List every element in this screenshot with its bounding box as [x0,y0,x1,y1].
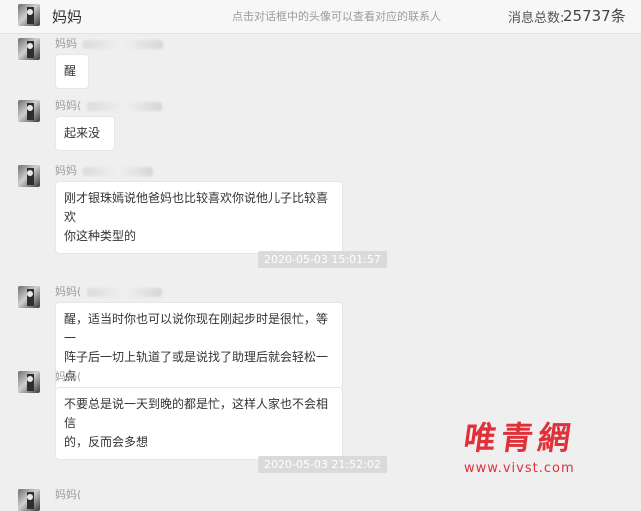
message-bubble: 刚才银珠嫣说他爸妈也比较喜欢你说他儿子比较喜欢 你这种类型的 [55,181,343,254]
redacted-name [83,39,163,49]
message-text-line: 不要总是说一天到晚的都是忙，这样人家也不会相信 [64,397,329,430]
message-bubble: 醒 [55,54,89,89]
contact-name: 妈妈 [52,8,83,26]
avatar-hint: 点击对话框中的头像可以查看对应的联系人 [232,10,441,23]
timestamp-divider: 2020-05-03 15:01:57 [258,251,387,268]
watermark: 唯青網 www.vivst.com [461,419,578,476]
message-total-label: 消息总数: [508,11,565,26]
message-bubble: 醒，适当时你也可以说你现在刚起步时是很忙，等一 阵子后一切上轨道了或是说找了助理… [55,302,343,394]
watermark-title: 唯青網 [461,419,578,457]
sender-name: 妈妈 [55,162,153,178]
message-text: 起来没 [64,126,101,140]
sender-avatar[interactable] [18,100,40,122]
redacted-name [87,101,163,111]
message-text-line: 醒，适当时你也可以说你现在刚起步时是很忙，等一 [64,312,329,345]
message-bubble: 起来没 [55,116,115,151]
message-text: 醒 [64,64,77,78]
sender-name: 妈妈( [55,488,82,501]
sender-avatar[interactable] [18,38,40,60]
message-text-line: 的，反而会多想 [64,435,149,449]
contact-avatar[interactable] [18,4,40,26]
sender-avatar[interactable] [18,489,40,511]
sender-avatar[interactable] [18,286,40,308]
timestamp-divider: 2020-05-03 21:52:02 [258,456,387,473]
sender-avatar[interactable] [18,371,40,393]
sender-name: 妈妈 [55,35,163,51]
sender-name: 妈妈( [55,370,82,383]
message-total-count: 25737条 [563,7,626,25]
sender-avatar[interactable] [18,165,40,187]
message-bubble: 不要总是说一天到晚的都是忙，这样人家也不会相信 的，反而会多想 [55,387,343,460]
watermark-url: www.vivst.com [464,461,575,476]
redacted-name [87,287,163,297]
message-text-line: 刚才银珠嫣说他爸妈也比较喜欢你说他儿子比较喜欢 [64,191,329,224]
message-text-line: 阵子后一切上轨道了或是说找了助理后就会轻松一点 [64,350,329,383]
chat-header: 妈妈 点击对话框中的头像可以查看对应的联系人 消息总数: 25737条 [0,0,641,34]
sender-name: 妈妈( [55,97,163,113]
message-text-line: 你这种类型的 [64,229,137,243]
redacted-name [83,166,153,176]
sender-name: 妈妈( [55,283,163,299]
